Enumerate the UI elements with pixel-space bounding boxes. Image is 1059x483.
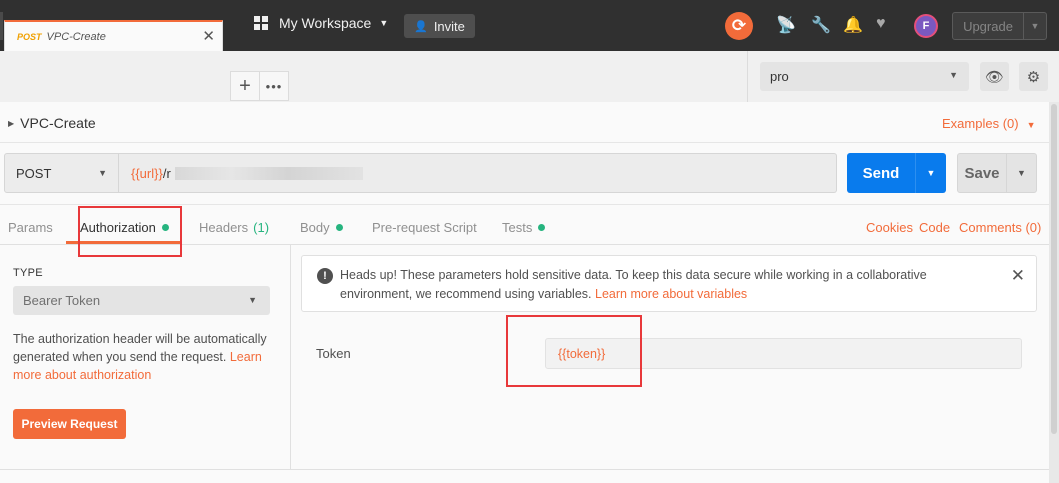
sensitive-data-notice: ! Heads up! These parameters hold sensit… — [301, 255, 1037, 312]
auth-type-select[interactable]: Bearer Token ▼ — [13, 286, 270, 315]
url-input[interactable]: {{url}}/r — [119, 153, 837, 193]
avatar[interactable]: F — [914, 14, 938, 38]
token-value: {{token}} — [558, 346, 606, 361]
status-dot — [538, 224, 546, 231]
scrollbar[interactable] — [1049, 102, 1059, 483]
status-dot — [161, 224, 169, 231]
divider — [0, 469, 1049, 470]
preview-request-button[interactable]: Preview Request — [13, 409, 126, 439]
environment-select[interactable]: pro ▼ — [760, 62, 969, 91]
auth-type-value: Bearer Token — [23, 293, 101, 308]
warning-icon: ! — [317, 268, 333, 284]
more-tabs-button[interactable]: ••• — [259, 71, 289, 101]
sync-icon[interactable]: ⟳ — [725, 12, 753, 40]
tab-params-label: Params — [8, 220, 53, 235]
notice-text: Heads up! These parameters hold sensitiv… — [340, 266, 980, 304]
save-button[interactable]: Save ▼ — [957, 153, 1037, 193]
chevron-down-icon: ▼ — [248, 295, 257, 305]
chevron-down-icon: ▼ — [98, 168, 107, 178]
url-variable: {{url}} — [131, 165, 163, 181]
chevron-down-icon: ▼ — [949, 70, 958, 80]
workspace-switcher[interactable]: My Workspace ▼ — [254, 15, 388, 31]
divider — [0, 142, 1049, 143]
tab-pre-request-script[interactable]: Pre-request Script — [372, 220, 477, 235]
method-value: POST — [16, 165, 52, 181]
token-input[interactable]: {{token}} — [545, 338, 1022, 369]
chevron-down-icon: ▼ — [379, 18, 389, 28]
auth-type-label: TYPE — [13, 267, 43, 279]
tab-method: POST — [17, 31, 42, 42]
examples-label: Examples (0) — [942, 116, 1019, 131]
tab-body-label: Body — [300, 220, 330, 235]
send-label: Send — [862, 164, 900, 182]
chevron-down-icon: ▼ — [1026, 120, 1036, 130]
tab-prerequest-label: Pre-request Script — [372, 220, 477, 235]
tab-headers-label: Headers — [199, 220, 249, 235]
tab-headers[interactable]: Headers (1) — [199, 220, 269, 235]
code-link[interactable]: Code — [919, 220, 950, 235]
notice-learn-more-link[interactable]: Learn more about variables — [595, 287, 747, 301]
chevron-down-icon[interactable]: ▼ — [915, 153, 946, 193]
avatar-initial: F — [922, 20, 930, 32]
eye-icon[interactable]: 👁 — [980, 62, 1009, 91]
status-dot — [335, 224, 343, 231]
request-title-text: VPC-Create — [20, 115, 96, 131]
send-button[interactable]: Send ▼ — [847, 153, 946, 193]
tab-tests-label: Tests — [502, 220, 533, 235]
url-path: /r — [162, 165, 171, 181]
invite-label: Invite — [433, 18, 465, 34]
divider — [0, 204, 1049, 205]
examples-dropdown[interactable]: Examples (0) ▼ — [942, 116, 1036, 131]
request-title[interactable]: ▶ VPC-Create — [8, 115, 96, 131]
upgrade-button[interactable]: Upgrade ▼ — [952, 12, 1047, 40]
invite-button[interactable]: 👤 Invite — [404, 14, 475, 38]
tab-tests[interactable]: Tests — [502, 220, 546, 235]
close-icon[interactable]: ✕ — [202, 27, 215, 45]
left-stub — [0, 12, 3, 40]
tab-authorization[interactable]: Authorization — [80, 220, 169, 235]
cookies-link[interactable]: Cookies — [866, 220, 913, 235]
chevron-down-icon[interactable]: ▼ — [1023, 13, 1046, 39]
bell-icon[interactable]: 🔔 — [843, 15, 863, 35]
column-divider — [290, 245, 291, 469]
gear-icon[interactable]: ⚙ — [1019, 62, 1048, 91]
save-label: Save — [964, 164, 1000, 182]
request-tab[interactable]: POST VPC-Create ✕ — [4, 20, 223, 51]
new-tab-button[interactable]: + — [230, 71, 260, 101]
tab-params[interactable]: Params — [8, 220, 53, 235]
workspace-label: My Workspace — [279, 15, 372, 31]
comments-link[interactable]: Comments (0) — [959, 220, 1041, 235]
workspace-grid-icon — [254, 16, 268, 30]
satellite-icon[interactable]: 📡 — [776, 15, 796, 35]
heart-icon[interactable]: ♥ — [876, 15, 886, 33]
token-label: Token — [316, 346, 351, 361]
tab-body[interactable]: Body — [300, 220, 343, 235]
chevron-down-icon[interactable]: ▼ — [1006, 154, 1036, 192]
environment-value: pro — [770, 69, 789, 84]
upgrade-label: Upgrade — [963, 18, 1013, 34]
tab-name: VPC-Create — [46, 30, 106, 43]
url-redacted — [174, 166, 363, 180]
auth-description: The authorization header will be automat… — [13, 330, 275, 384]
divider — [0, 244, 1049, 245]
add-person-icon: 👤 — [414, 20, 428, 33]
method-select[interactable]: POST ▼ — [4, 153, 119, 193]
wrench-icon[interactable]: 🔧 — [811, 15, 831, 35]
auth-description-text: The authorization header will be automat… — [13, 332, 267, 364]
tab-authorization-label: Authorization — [80, 220, 156, 235]
expand-triangle-icon[interactable]: ▶ — [8, 119, 14, 128]
close-icon[interactable]: ✕ — [1011, 266, 1025, 286]
headers-count: (1) — [253, 220, 270, 235]
